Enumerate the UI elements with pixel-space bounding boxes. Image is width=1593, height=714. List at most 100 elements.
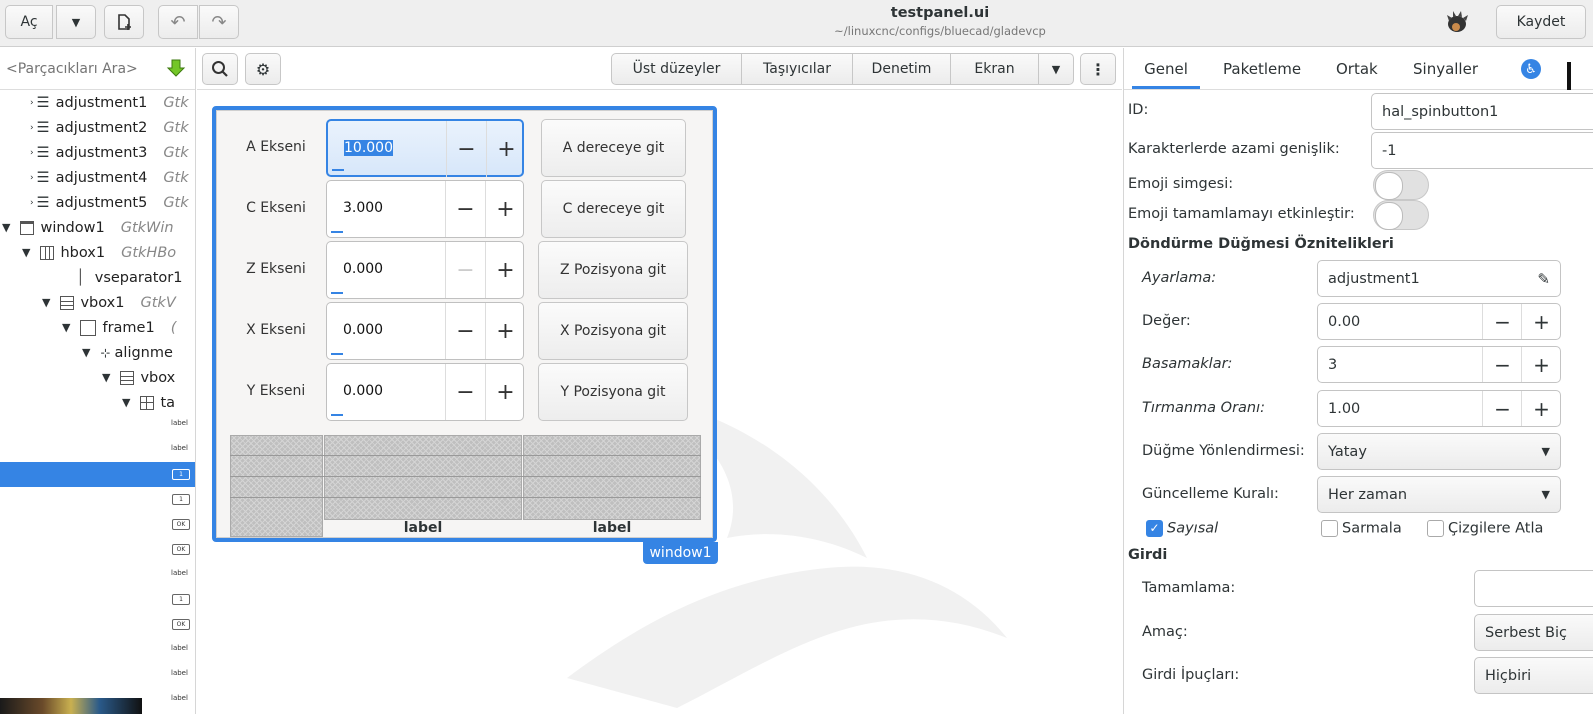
- increment-button[interactable]: +: [485, 303, 525, 359]
- expander-icon[interactable]: ▼: [42, 296, 50, 309]
- increment-button[interactable]: +: [1521, 304, 1561, 339]
- goto-button[interactable]: A dereceye git: [541, 119, 686, 177]
- tree-item[interactable]: › ☰ adjustment3 Gtk: [30, 140, 189, 165]
- tab-common[interactable]: Ortak: [1336, 48, 1378, 90]
- decrement-button[interactable]: −: [445, 303, 485, 359]
- id-field[interactable]: hal_spinbutton1: [1371, 93, 1593, 130]
- max-width-field[interactable]: -1: [1371, 132, 1593, 169]
- tree-item[interactable]: ▼ window1 GtkWin: [2, 215, 174, 240]
- tree-item[interactable]: │ vseparator1: [76, 265, 182, 290]
- tree-item[interactable]: ▼ hbox1 GtkHBo: [22, 240, 176, 265]
- value-value: 0.00: [1328, 313, 1361, 330]
- toplevels-button[interactable]: Üst düzeyler: [611, 53, 742, 85]
- emoji-completion-switch[interactable]: [1373, 200, 1429, 230]
- taskbar-thumbnail: [0, 698, 142, 714]
- decrement-button[interactable]: −: [1482, 391, 1522, 426]
- table-icon: [140, 395, 155, 410]
- goto-button[interactable]: C dereceye git: [541, 180, 686, 238]
- axis-spinbutton[interactable]: 3.000 − +: [326, 180, 524, 238]
- control-button[interactable]: Denetim: [852, 53, 951, 85]
- open-button[interactable]: Aç: [5, 5, 53, 39]
- pencil-icon[interactable]: ✎: [1537, 270, 1550, 288]
- value-spinbutton[interactable]: 0.00 − +: [1317, 303, 1561, 340]
- increment-button[interactable]: +: [485, 364, 525, 420]
- decrement-button[interactable]: −: [1482, 304, 1522, 339]
- more-widgets-dropdown[interactable]: ▼: [1038, 53, 1074, 85]
- containers-button[interactable]: Taşıyıcılar: [741, 53, 853, 85]
- tree-item[interactable]: ▼ ⊹ alignme: [82, 340, 173, 365]
- window-title: testpanel.ui: [890, 5, 990, 21]
- save-button[interactable]: Kaydet: [1496, 5, 1586, 39]
- snap-ticks-checkbox[interactable]: Çizgilere Atla: [1427, 520, 1543, 537]
- emoji-icon-switch[interactable]: [1373, 170, 1429, 200]
- decrement-button[interactable]: −: [445, 364, 485, 420]
- tab-packing[interactable]: Paketleme: [1223, 48, 1301, 90]
- increment-button[interactable]: +: [1521, 391, 1561, 426]
- expander-icon[interactable]: ▼: [62, 321, 70, 334]
- open-menu-button[interactable]: ▼: [56, 5, 96, 39]
- label-widget-icon: label: [171, 569, 188, 577]
- tree-item[interactable]: ▼ vbox: [102, 365, 175, 390]
- orientation-dropdown[interactable]: Yatay ▼: [1317, 433, 1561, 470]
- expander-icon[interactable]: ▼: [102, 371, 110, 384]
- expander-icon[interactable]: ▼: [2, 221, 10, 234]
- numeric-checkbox[interactable]: ✓ Sayısal: [1146, 520, 1218, 537]
- undo-button[interactable]: ↶: [158, 5, 198, 39]
- adjustment-field[interactable]: adjustment1 ✎: [1317, 260, 1561, 297]
- decrement-button[interactable]: −: [445, 181, 485, 237]
- goto-button[interactable]: Y Pozisyona git: [538, 363, 688, 421]
- tree-item[interactable]: › ☰ adjustment1 Gtk: [30, 90, 189, 115]
- axis-spinbutton[interactable]: 0.000 − +: [326, 302, 524, 360]
- selected-tree-row[interactable]: [0, 462, 195, 487]
- expander-icon[interactable]: ▼: [82, 346, 90, 359]
- tree-item-name: adjustment4: [55, 169, 148, 186]
- tab-signals[interactable]: Sinyaller: [1413, 48, 1478, 90]
- hedgehog-icon[interactable]: [1444, 9, 1470, 35]
- expander-icon[interactable]: ▼: [122, 396, 130, 409]
- tree-item[interactable]: › ☰ adjustment2 Gtk: [30, 115, 189, 140]
- axis-spinbutton[interactable]: 0.000 − +: [326, 241, 524, 299]
- tree-item[interactable]: ▼ vbox1 GtkV: [42, 290, 176, 315]
- redo-icon: ↷: [211, 11, 227, 33]
- search-button[interactable]: [202, 53, 238, 85]
- climb-rate-spinbutton[interactable]: 1.00 − +: [1317, 390, 1561, 427]
- goto-button[interactable]: X Pozisyona git: [538, 302, 688, 360]
- tab-general[interactable]: Genel: [1144, 48, 1188, 90]
- label-widget-icon: label: [171, 444, 188, 452]
- update-policy-dropdown[interactable]: Her zaman ▼: [1317, 476, 1561, 513]
- increment-button[interactable]: +: [485, 181, 525, 237]
- tree-item[interactable]: › ☰ adjustment4 Gtk: [30, 165, 189, 190]
- bottom-label: label: [592, 520, 632, 536]
- update-policy-label: Güncelleme Kuralı:: [1142, 486, 1279, 502]
- display-button[interactable]: Ekran: [950, 53, 1039, 85]
- purpose-dropdown[interactable]: Serbest Biç: [1474, 614, 1593, 651]
- digits-spinbutton[interactable]: 3 − +: [1317, 346, 1561, 383]
- redo-button[interactable]: ↷: [199, 5, 239, 39]
- tab-accessibility[interactable]: ♿: [1521, 48, 1541, 90]
- axis-spinbutton[interactable]: 0.000 − +: [326, 363, 524, 421]
- completion-field[interactable]: [1474, 570, 1593, 607]
- increment-button[interactable]: +: [1521, 347, 1561, 382]
- increment-button[interactable]: +: [485, 242, 525, 298]
- download-arrow-icon[interactable]: [166, 58, 186, 78]
- tree-item[interactable]: ▼ ta: [122, 390, 175, 415]
- tree-item[interactable]: › ☰ adjustment5 Gtk: [30, 190, 189, 215]
- display-label: Ekran: [974, 61, 1015, 77]
- widget-tree: › ☰ adjustment1 Gtk › ☰ adjustment2 Gtk › ☰ adju…: [0, 90, 195, 710]
- increment-button[interactable]: +: [486, 121, 526, 177]
- window1-preview[interactable]: A Ekseni 10.000− + A dereceye git C Ekseni 3.…: [212, 106, 717, 542]
- new-document-button[interactable]: [104, 5, 144, 39]
- search-input[interactable]: [6, 56, 156, 82]
- goto-button[interactable]: Z Pozisyona git: [538, 241, 688, 299]
- preferences-button[interactable]: ⚙: [245, 53, 281, 85]
- wrap-checkbox[interactable]: Sarmala: [1321, 520, 1402, 537]
- input-hints-dropdown[interactable]: Hiçbiri: [1474, 657, 1593, 694]
- decrement-button[interactable]: −: [1482, 347, 1522, 382]
- menu-button[interactable]: ⋮: [1080, 53, 1116, 85]
- decrement-button[interactable]: −: [445, 242, 485, 298]
- expander-icon[interactable]: ▼: [22, 246, 30, 259]
- adjustment-icon: ☰: [36, 119, 50, 136]
- tree-item[interactable]: ▼ frame1 (: [62, 315, 176, 340]
- axis-spinbutton[interactable]: 10.000 − +: [326, 119, 524, 177]
- decrement-button[interactable]: −: [446, 121, 486, 177]
